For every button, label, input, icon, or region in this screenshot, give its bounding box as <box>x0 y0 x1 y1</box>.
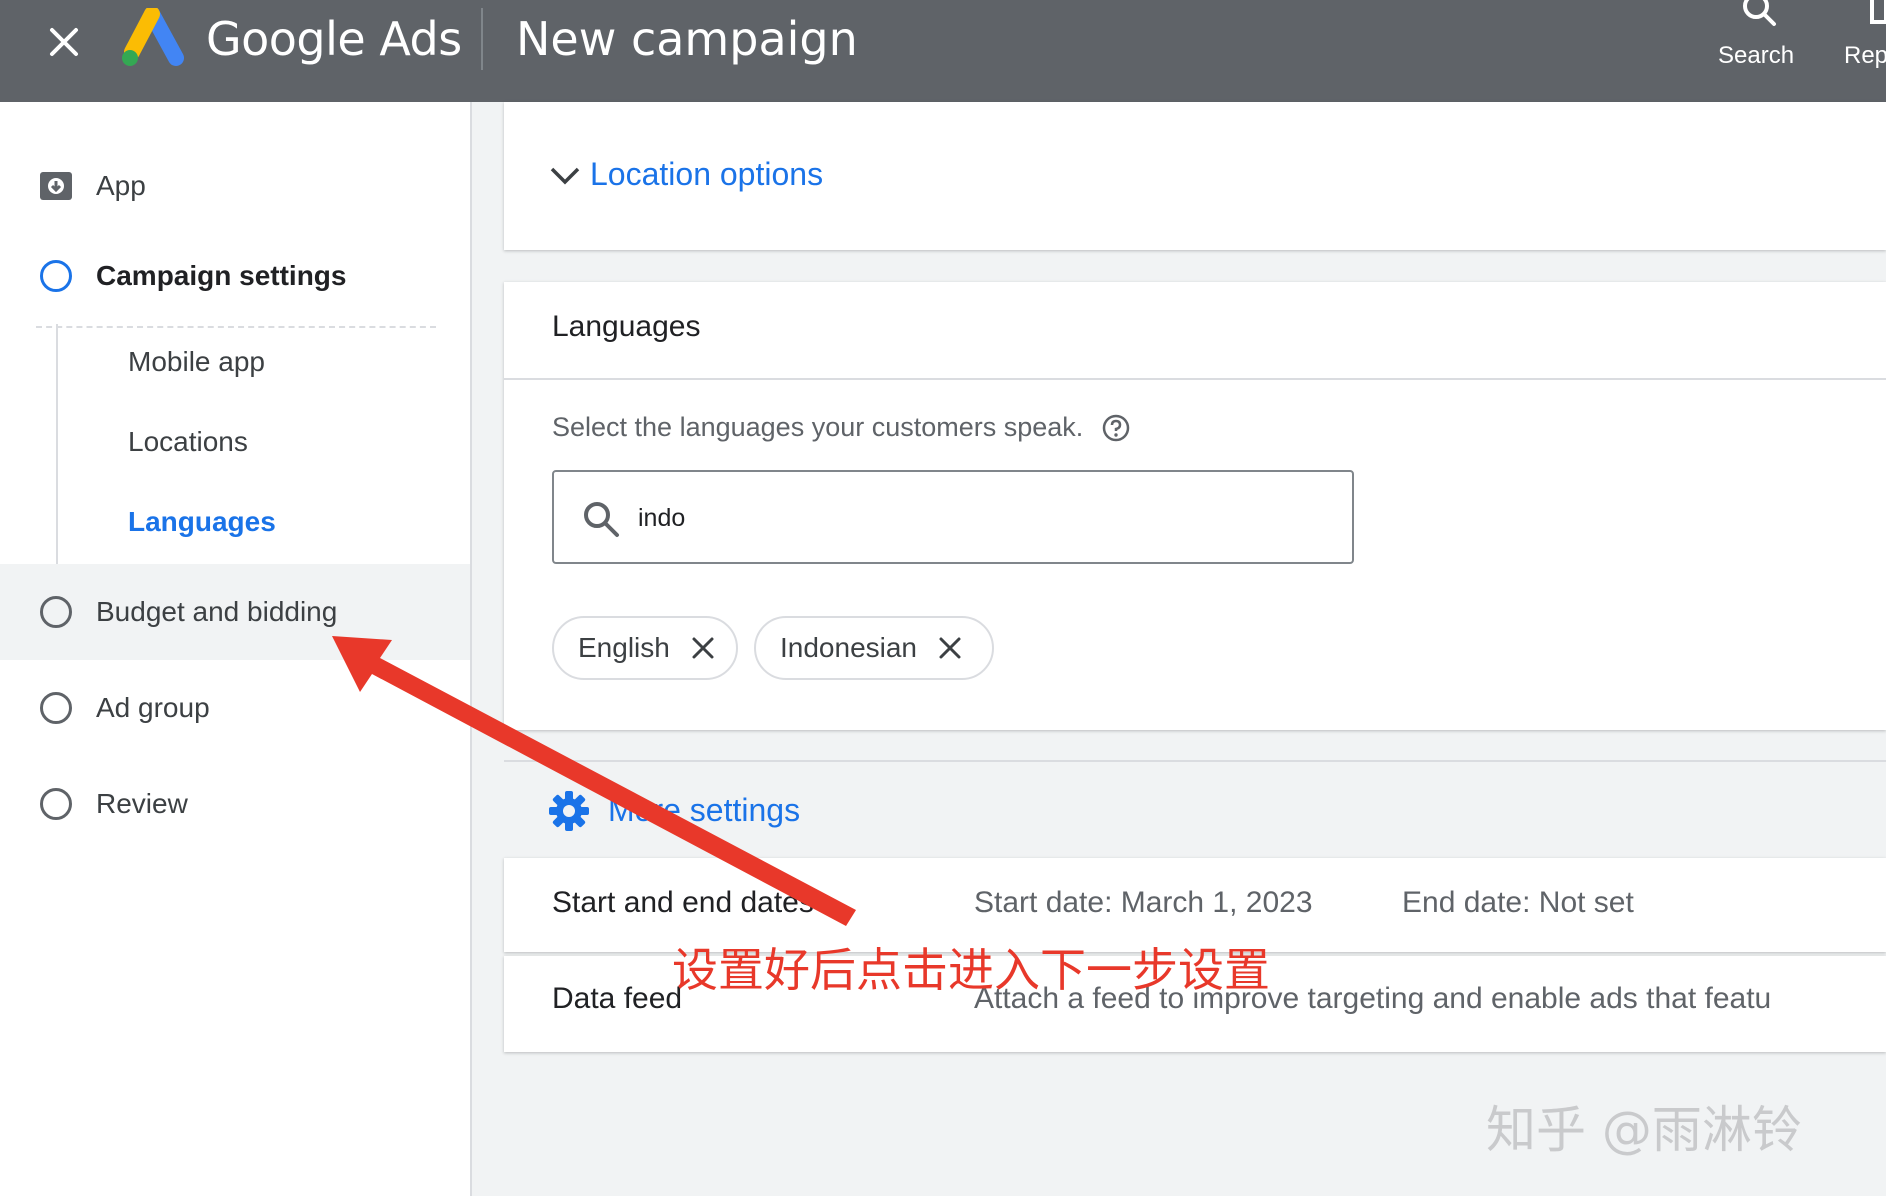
language-search-field[interactable]: indo <box>552 470 1354 564</box>
reports-icon <box>1870 0 1886 24</box>
dates-label: Start and end dates <box>552 886 814 919</box>
reports-action-label: Rep <box>1844 42 1886 69</box>
page-title: New campaign <box>516 12 858 66</box>
sidebar-item-app-label: App <box>96 170 146 201</box>
start-date-value: Start date: March 1, 2023 <box>974 886 1313 919</box>
languages-title-divider <box>504 378 1886 380</box>
sidebar-subitem-mobile-app[interactable]: Mobile app <box>128 346 265 378</box>
help-icon[interactable] <box>1101 413 1131 443</box>
search-icon <box>1743 0 1776 26</box>
data-feed-label: Data feed <box>552 982 683 1015</box>
language-chip-indonesian[interactable]: Indonesian <box>754 616 994 680</box>
sidebar-subitem-languages[interactable]: Languages <box>128 506 276 538</box>
language-chip-english[interactable]: English <box>552 616 738 680</box>
app-download-icon <box>40 172 72 200</box>
location-options-label: Location options <box>590 156 824 192</box>
brand-name: Google Ads <box>206 12 462 66</box>
sidebar-item-ad-group[interactable]: Ad group <box>0 662 470 754</box>
languages-title: Languages <box>552 310 701 343</box>
location-options-toggle[interactable]: Location options <box>548 156 823 193</box>
gear-icon <box>549 791 589 831</box>
chevron-down-icon <box>550 167 580 184</box>
language-chip-indonesian-label: Indonesian <box>780 632 918 663</box>
watermark: 知乎 @雨淋铃 <box>1486 1101 1802 1159</box>
step-circle-icon <box>40 788 72 820</box>
step-circle-icon <box>40 596 72 628</box>
location-card: Location options <box>504 102 1886 250</box>
sidebar-item-app[interactable]: App <box>0 140 470 232</box>
language-search-input[interactable]: indo <box>638 504 685 533</box>
sidebar-item-budget-label: Budget and bidding <box>96 596 338 627</box>
more-settings-section[interactable]: More settings <box>504 760 1886 856</box>
annotation-text: 设置好后点击进入下一步设置 <box>672 943 1270 997</box>
search-icon <box>584 502 619 537</box>
languages-card: Languages Select the languages your cust… <box>504 282 1886 730</box>
sidebar-item-review[interactable]: Review <box>0 758 470 850</box>
step-circle-icon <box>40 692 72 724</box>
more-settings-label: More settings <box>608 792 801 828</box>
step-circle-icon <box>40 260 72 292</box>
sidebar-subitem-locations[interactable]: Locations <box>128 426 248 458</box>
languages-prompt-text: Select the languages your customers spea… <box>552 412 1084 442</box>
language-chip-english-label: English <box>578 632 670 663</box>
sidebar: App Campaign settings Mobile app Locatio… <box>0 102 472 1196</box>
close-icon[interactable] <box>690 635 716 661</box>
search-action-label: Search <box>1718 42 1795 69</box>
sidebar-item-budget-and-bidding[interactable]: Budget and bidding <box>0 564 470 660</box>
substep-line <box>56 324 58 564</box>
top-bar: Google Ads New campaign Search Rep <box>0 0 1886 102</box>
sidebar-item-campaign-settings[interactable]: Campaign settings <box>0 230 470 322</box>
close-icon[interactable] <box>937 635 963 661</box>
end-date-value: End date: Not set <box>1402 886 1634 919</box>
languages-prompt: Select the languages your customers spea… <box>552 412 1131 443</box>
sidebar-item-review-label: Review <box>96 788 188 819</box>
sidebar-divider <box>36 326 436 328</box>
google-ads-logo <box>122 8 184 66</box>
sidebar-item-campaign-settings-label: Campaign settings <box>96 260 347 291</box>
header-divider <box>481 8 483 70</box>
sidebar-item-ad-group-label: Ad group <box>96 692 210 723</box>
close-icon[interactable] <box>40 18 88 66</box>
